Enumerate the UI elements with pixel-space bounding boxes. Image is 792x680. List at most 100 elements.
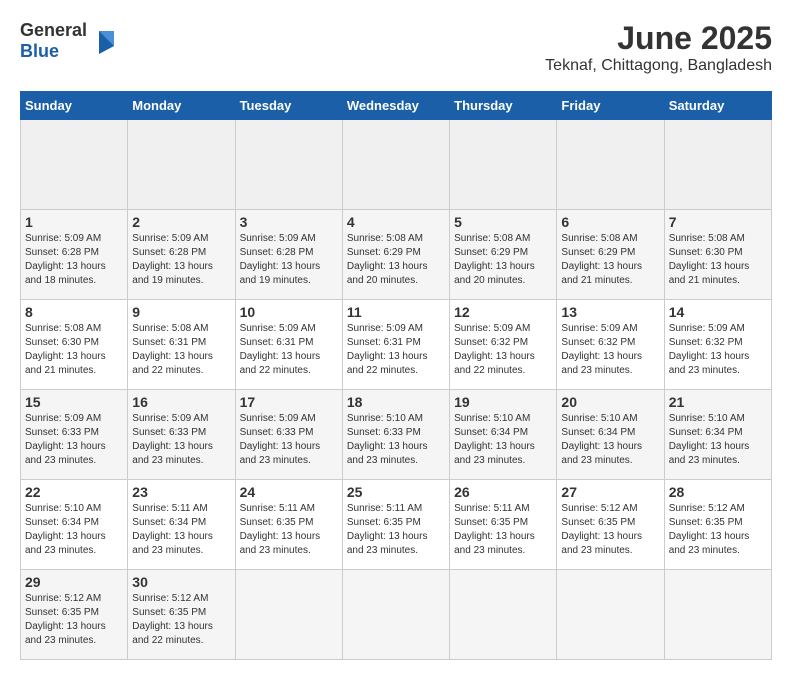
logo-blue: Blue	[20, 41, 59, 61]
day-number: 20	[561, 394, 659, 410]
calendar-cell: 23 Sunrise: 5:11 AM Sunset: 6:34 PM Dayli…	[128, 480, 235, 570]
day-number: 1	[25, 214, 123, 230]
day-info: Sunrise: 5:11 AM Sunset: 6:34 PM Dayligh…	[132, 502, 230, 558]
day-number: 17	[240, 394, 338, 410]
day-number: 5	[454, 214, 552, 230]
day-number: 24	[240, 484, 338, 500]
day-info: Sunrise: 5:09 AM Sunset: 6:31 PM Dayligh…	[240, 322, 338, 378]
calendar-cell: 26Sunrise: 5:11 AM Sunset: 6:35 PM Dayli…	[450, 480, 557, 570]
day-number: 4	[347, 214, 445, 230]
day-info: Sunrise: 5:11 AM Sunset: 6:35 PM Dayligh…	[240, 502, 338, 558]
day-number: 3	[240, 214, 338, 230]
day-number: 25	[347, 484, 445, 500]
calendar-cell: 19 Sunrise: 5:10 AM Sunset: 6:34 PM Dayli…	[450, 390, 557, 480]
calendar-cell	[664, 120, 771, 210]
day-info: Sunrise: 5:08 AM Sunset: 6:29 PM Dayligh…	[561, 232, 659, 288]
day-number: 18	[347, 394, 445, 410]
day-number: 11	[347, 304, 445, 320]
col-header-friday: Friday	[557, 92, 664, 120]
page-header: General Blue June 2025 Teknaf, Chittagon…	[20, 20, 772, 75]
calendar-cell: 15 Sunrise: 5:09 AM Sunset: 6:33 PM Dayli…	[21, 390, 128, 480]
calendar-cell: 22 Sunrise: 5:10 AM Sunset: 6:34 PM Dayli…	[21, 480, 128, 570]
calendar-cell: 29Sunrise: 5:12 AM Sunset: 6:35 PM Dayli…	[21, 570, 128, 660]
logo-icon	[89, 26, 119, 56]
calendar-cell: 4 Sunrise: 5:08 AM Sunset: 6:29 PM Daylig…	[342, 210, 449, 300]
day-info: Sunrise: 5:08 AM Sunset: 6:30 PM Dayligh…	[669, 232, 767, 288]
day-number: 10	[240, 304, 338, 320]
col-header-monday: Monday	[128, 92, 235, 120]
day-number: 2	[132, 214, 230, 230]
day-info: Sunrise: 5:09 AM Sunset: 6:31 PM Dayligh…	[347, 322, 445, 378]
col-header-tuesday: Tuesday	[235, 92, 342, 120]
calendar-cell: 16 Sunrise: 5:09 AM Sunset: 6:33 PM Dayli…	[128, 390, 235, 480]
week-row-3: 8 Sunrise: 5:08 AM Sunset: 6:30 PM Daylig…	[21, 300, 772, 390]
calendar-cell: 13Sunrise: 5:09 AM Sunset: 6:32 PM Dayli…	[557, 300, 664, 390]
calendar-cell	[235, 570, 342, 660]
day-info: Sunrise: 5:12 AM Sunset: 6:35 PM Dayligh…	[669, 502, 767, 558]
calendar-cell	[128, 120, 235, 210]
day-number: 12	[454, 304, 552, 320]
day-info: Sunrise: 5:09 AM Sunset: 6:33 PM Dayligh…	[240, 412, 338, 468]
calendar-cell: 1 Sunrise: 5:09 AM Sunset: 6:28 PM Daylig…	[21, 210, 128, 300]
calendar-cell: 17 Sunrise: 5:09 AM Sunset: 6:33 PM Dayli…	[235, 390, 342, 480]
week-row-5: 22 Sunrise: 5:10 AM Sunset: 6:34 PM Dayli…	[21, 480, 772, 570]
day-number: 15	[25, 394, 123, 410]
week-row-6: 29 Sunrise: 5:12 AM Sunset: 6:35 PM Dayli…	[21, 570, 772, 660]
calendar-cell	[664, 570, 771, 660]
day-info: Sunrise: 5:09 AM Sunset: 6:28 PM Dayligh…	[25, 232, 123, 288]
day-number: 22	[25, 484, 123, 500]
day-info: Sunrise: 5:09 AM Sunset: 6:33 PM Dayligh…	[25, 412, 123, 468]
calendar-cell	[21, 120, 128, 210]
day-info: Sunrise: 5:10 AM Sunset: 6:34 PM Dayligh…	[25, 502, 123, 558]
day-number: 26	[454, 484, 552, 500]
calendar-cell	[557, 120, 664, 210]
day-info: Sunrise: 5:10 AM Sunset: 6:33 PM Dayligh…	[347, 412, 445, 468]
calendar-cell: 24 Sunrise: 5:11 AM Sunset: 6:35 PM Dayli…	[235, 480, 342, 570]
calendar-cell	[557, 570, 664, 660]
calendar-cell: 27Sunrise: 5:12 AM Sunset: 6:35 PM Dayli…	[557, 480, 664, 570]
sub-title: Teknaf, Chittagong, Bangladesh	[545, 57, 772, 75]
day-info: Sunrise: 5:08 AM Sunset: 6:29 PM Dayligh…	[347, 232, 445, 288]
col-header-saturday: Saturday	[664, 92, 771, 120]
calendar-cell	[450, 570, 557, 660]
calendar-cell: 9Sunrise: 5:08 AM Sunset: 6:31 PM Daylig…	[128, 300, 235, 390]
calendar-table: SundayMondayTuesdayWednesdayThursdayFrid…	[20, 91, 772, 660]
day-info: Sunrise: 5:09 AM Sunset: 6:33 PM Dayligh…	[132, 412, 230, 468]
calendar-cell: 21 Sunrise: 5:10 AM Sunset: 6:34 PM Dayli…	[664, 390, 771, 480]
day-info: Sunrise: 5:10 AM Sunset: 6:34 PM Dayligh…	[561, 412, 659, 468]
title-block: June 2025 Teknaf, Chittagong, Bangladesh	[545, 20, 772, 75]
col-header-sunday: Sunday	[21, 92, 128, 120]
day-info: Sunrise: 5:10 AM Sunset: 6:34 PM Dayligh…	[454, 412, 552, 468]
day-info: Sunrise: 5:10 AM Sunset: 6:34 PM Dayligh…	[669, 412, 767, 468]
day-number: 6	[561, 214, 659, 230]
day-number: 21	[669, 394, 767, 410]
calendar-cell	[235, 120, 342, 210]
day-number: 19	[454, 394, 552, 410]
day-number: 28	[669, 484, 767, 500]
col-header-thursday: Thursday	[450, 92, 557, 120]
calendar-cell: 14Sunrise: 5:09 AM Sunset: 6:32 PM Dayli…	[664, 300, 771, 390]
calendar-cell	[342, 120, 449, 210]
day-number: 23	[132, 484, 230, 500]
day-info: Sunrise: 5:09 AM Sunset: 6:32 PM Dayligh…	[454, 322, 552, 378]
day-info: Sunrise: 5:08 AM Sunset: 6:29 PM Dayligh…	[454, 232, 552, 288]
day-number: 8	[25, 304, 123, 320]
day-info: Sunrise: 5:09 AM Sunset: 6:32 PM Dayligh…	[561, 322, 659, 378]
calendar-cell: 12 Sunrise: 5:09 AM Sunset: 6:32 PM Dayli…	[450, 300, 557, 390]
day-info: Sunrise: 5:09 AM Sunset: 6:28 PM Dayligh…	[240, 232, 338, 288]
day-info: Sunrise: 5:09 AM Sunset: 6:32 PM Dayligh…	[669, 322, 767, 378]
calendar-cell: 18 Sunrise: 5:10 AM Sunset: 6:33 PM Dayli…	[342, 390, 449, 480]
calendar-cell: 5 Sunrise: 5:08 AM Sunset: 6:29 PM Daylig…	[450, 210, 557, 300]
day-info: Sunrise: 5:12 AM Sunset: 6:35 PM Dayligh…	[132, 592, 230, 648]
logo-general: General	[20, 20, 87, 40]
day-info: Sunrise: 5:12 AM Sunset: 6:35 PM Dayligh…	[561, 502, 659, 558]
logo: General Blue	[20, 20, 119, 62]
calendar-cell: 6 Sunrise: 5:08 AM Sunset: 6:29 PM Daylig…	[557, 210, 664, 300]
calendar-cell: 20 Sunrise: 5:10 AM Sunset: 6:34 PM Dayli…	[557, 390, 664, 480]
day-info: Sunrise: 5:08 AM Sunset: 6:30 PM Dayligh…	[25, 322, 123, 378]
week-row-4: 15 Sunrise: 5:09 AM Sunset: 6:33 PM Dayli…	[21, 390, 772, 480]
day-number: 16	[132, 394, 230, 410]
calendar-cell: 25Sunrise: 5:11 AM Sunset: 6:35 PM Dayli…	[342, 480, 449, 570]
calendar-cell: 28 Sunrise: 5:12 AM Sunset: 6:35 PM Dayli…	[664, 480, 771, 570]
day-number: 29	[25, 574, 123, 590]
